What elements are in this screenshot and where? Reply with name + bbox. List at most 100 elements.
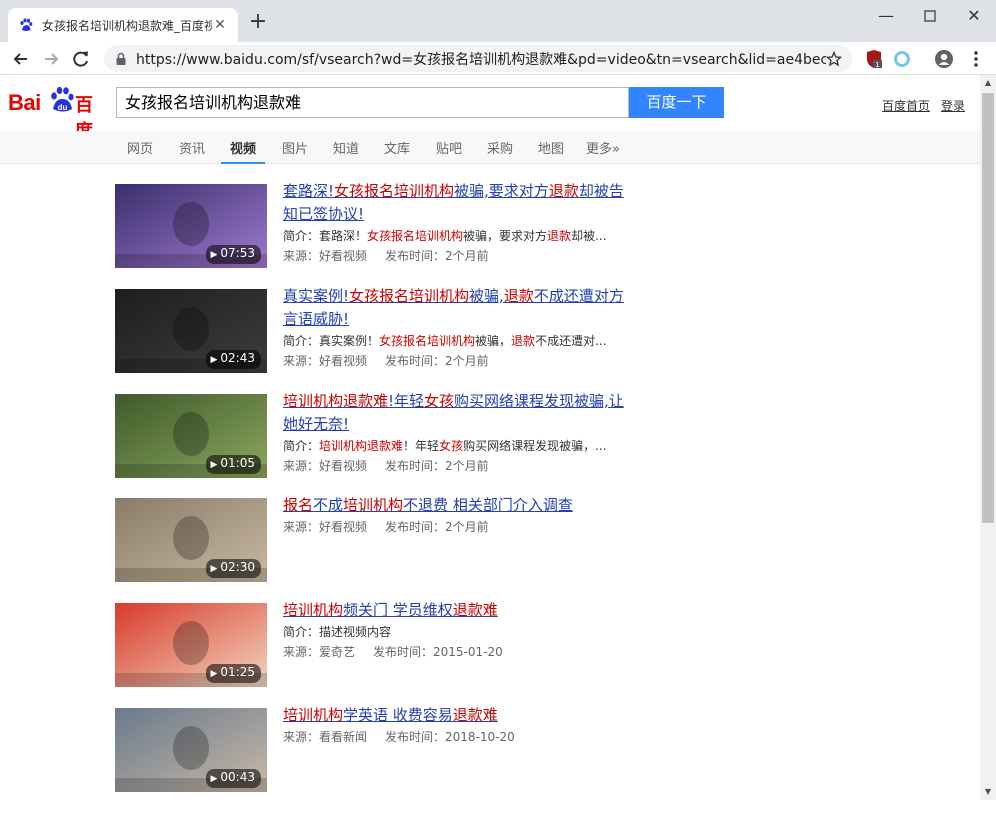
video-thumbnail[interactable]: ▶ 01:05 — [115, 393, 267, 478]
video-result-title-link[interactable]: 真实案例!女孩报名培训机构被骗,退款不成还遭对方言语威胁! — [283, 285, 635, 331]
video-source: 来源：爱奇艺 — [283, 645, 356, 660]
duration-text: 07:53 — [220, 246, 255, 260]
duration-text: 02:43 — [220, 350, 255, 365]
duration-text: 00:43 — [220, 769, 255, 784]
new-tab-button[interactable]: + — [248, 11, 268, 33]
video-result-item: ▶ 00:43 培训机构学英语 收费容易退款难来源：看看新闻 发布时间：2018-10… — [115, 706, 675, 813]
play-icon: ▶ — [210, 250, 218, 260]
reload-icon[interactable] — [70, 48, 92, 70]
tab-caigou[interactable]: 采购 — [487, 138, 513, 157]
tab-images[interactable]: 图片 — [282, 138, 308, 157]
video-result-item: ▶ 02:30 报名不成培训机构不退费 相关部门介入调查 来源：好看视频 发布时间：2个… — [115, 496, 675, 603]
video-result-title-link[interactable]: 培训机构学英语 收费容易退款难 — [283, 704, 635, 727]
forward-icon[interactable] — [40, 48, 62, 70]
video-result-title-link[interactable]: 套路深!女孩报名培训机构被骗,要求对方退款却被告知已签协议! — [283, 180, 635, 226]
category-tabs: 网页 资讯 视频 图片 知道 文库 贴吧 采购 地图 更多» — [0, 131, 980, 164]
baidu-paw-logo-icon: du — [51, 86, 74, 112]
url-text: https://www.baidu.com/sf/vsearch?wd=女孩报名… — [136, 51, 826, 68]
browser-tabbar: 女孩报名培训机构退款难_百度视 ✕ + — ✕ — [0, 0, 996, 42]
video-result-meta: 来源：爱奇艺 发布时间：2015-01-20 — [283, 643, 503, 661]
baidu-logo[interactable]: Bai du 百度 — [8, 83, 108, 142]
scroll-down-arrow-icon[interactable]: ▼ — [980, 784, 996, 800]
browser-tab[interactable]: 女孩报名培训机构退款难_百度视 ✕ — [8, 8, 238, 42]
video-duration-badge: ▶ 01:25 — [206, 664, 261, 684]
tab-more[interactable]: 更多» — [586, 138, 620, 157]
page-scrollbar[interactable]: ▲ ▼ — [980, 75, 996, 800]
tab-wenku[interactable]: 文库 — [384, 138, 410, 157]
video-duration-badge: ▶ 02:43 — [206, 349, 261, 369]
publish-time: 发布时间：2个月前 — [385, 249, 489, 263]
tab-map[interactable]: 地图 — [538, 138, 564, 157]
tab-title: 女孩报名培训机构退款难_百度视 — [42, 18, 212, 33]
video-result-description: 简介：描述视频内容 — [283, 625, 392, 640]
publish-time: 发布时间：2个月前 — [385, 458, 489, 473]
video-result-item: ▶ 01:05 培训机构退款难!年轻女孩购买网络课程发现被骗,让她好无奈! 简介：培训… — [115, 392, 675, 499]
tab-tieba[interactable]: 贴吧 — [436, 138, 462, 157]
duration-text: 01:25 — [220, 665, 255, 680]
video-thumbnail[interactable]: ▶ 07:53 — [115, 184, 267, 268]
video-result-description: 简介：套路深！女孩报名培训机构被骗，要求对方退款却被... — [283, 229, 607, 243]
video-source: 来源：好看视频 — [283, 353, 368, 368]
scroll-thumb[interactable] — [982, 93, 994, 523]
video-results-list: ▶ 07:53 套路深!女孩报名培训机构被骗,要求对方退款却被告知已签协议! 简介：套… — [115, 182, 675, 813]
tab-video[interactable]: 视频 — [220, 138, 266, 164]
baidu-header: Bai du 百度 女孩报名培训机构退款难 百度一下 百度首页 登录 — [0, 75, 980, 142]
play-icon: ▶ — [210, 669, 218, 680]
video-duration-badge: ▶ 02:30 — [206, 559, 261, 579]
video-result-title-link[interactable]: 培训机构频关门 学员维权退款难 — [283, 599, 635, 622]
svg-text:du: du — [58, 103, 68, 112]
extension-badge: 1 — [875, 61, 879, 69]
play-icon: ▶ — [210, 564, 218, 575]
publish-time: 发布时间：2015-01-20 — [373, 645, 503, 660]
video-result-meta: 来源：好看视频 发布时间：2个月前 — [283, 457, 489, 475]
search-button[interactable]: 百度一下 — [629, 87, 724, 118]
video-duration-badge: ▶ 01:05 — [206, 454, 261, 474]
lock-icon — [116, 52, 126, 65]
tab-close-icon[interactable]: ✕ — [212, 17, 228, 33]
video-result-meta: 来源：好看视频 发布时间：2个月前 — [283, 352, 489, 370]
baidu-home-link[interactable]: 百度首页 — [882, 97, 930, 114]
video-result-title-link[interactable]: 报名不成培训机构不退费 相关部门介入调查 — [283, 494, 635, 517]
video-thumbnail[interactable]: ▶ 00:43 — [115, 707, 267, 792]
scroll-up-arrow-icon[interactable]: ▲ — [980, 75, 996, 91]
baidu-paw-icon — [20, 18, 33, 31]
extension-shield-icon[interactable]: 1 — [864, 49, 884, 69]
extension-ring-icon[interactable] — [892, 49, 912, 69]
publish-time: 发布时间：2018-10-20 — [385, 729, 515, 744]
play-icon: ▶ — [210, 773, 218, 784]
profile-avatar-icon[interactable] — [934, 49, 954, 69]
login-link[interactable]: 登录 — [941, 97, 965, 114]
publish-time: 发布时间：2个月前 — [385, 353, 489, 368]
video-thumbnail[interactable]: ▶ 02:43 — [115, 288, 267, 373]
search-input[interactable]: 女孩报名培训机构退款难 — [116, 87, 629, 118]
video-source: 来源：好看视频 — [283, 458, 368, 473]
duration-text: 02:30 — [220, 560, 255, 575]
video-thumbnail[interactable]: ▶ 01:25 — [115, 603, 267, 688]
video-source: 来源：看看新闻 — [283, 729, 368, 744]
browser-toolbar: https://www.baidu.com/sf/vsearch?wd=女孩报名… — [0, 42, 996, 75]
video-result-meta: 来源：好看视频 发布时间：2个月前 — [283, 247, 489, 265]
menu-kebab-icon[interactable] — [966, 49, 986, 69]
video-result-description: 简介：培训机构退款难！年轻女孩购买网络课程发现被骗，... — [283, 438, 607, 453]
address-bar[interactable]: https://www.baidu.com/sf/vsearch?wd=女孩报名… — [104, 45, 852, 72]
video-duration-badge: ▶ 00:43 — [206, 768, 261, 788]
video-result-title-link[interactable]: 培训机构退款难!年轻女孩购买网络课程发现被骗,让她好无奈! — [283, 390, 635, 436]
duration-text: 01:05 — [220, 455, 255, 470]
tab-web[interactable]: 网页 — [127, 138, 153, 157]
video-thumbnail[interactable]: ▶ 02:30 — [115, 498, 267, 583]
video-result-item: ▶ 07:53 套路深!女孩报名培训机构被骗,要求对方退款却被告知已签协议! 简介：套… — [115, 182, 675, 289]
bookmark-star-icon[interactable] — [826, 50, 842, 67]
video-result-description: 简介：真实案例！女孩报名培训机构被骗，退款不成还遭对... — [283, 333, 607, 348]
video-result-item: ▶ 02:43 真实案例!女孩报名培训机构被骗,退款不成还遭对方言语威胁! 简介：真实… — [115, 287, 675, 394]
tab-zhidao[interactable]: 知道 — [333, 138, 359, 157]
minimize-icon[interactable]: — — [876, 6, 896, 26]
play-icon: ▶ — [210, 354, 218, 365]
window-close-icon[interactable]: ✕ — [964, 6, 984, 26]
maximize-icon[interactable] — [920, 6, 940, 26]
back-icon[interactable] — [10, 48, 32, 70]
publish-time: 发布时间：2个月前 — [385, 520, 489, 535]
tab-news[interactable]: 资讯 — [179, 138, 205, 157]
play-icon: ▶ — [210, 459, 218, 470]
video-duration-badge: ▶ 07:53 — [206, 245, 261, 264]
video-result-item: ▶ 01:25 培训机构频关门 学员维权退款难简介：描述视频内容 来源：爱奇艺 发布时间… — [115, 601, 675, 708]
